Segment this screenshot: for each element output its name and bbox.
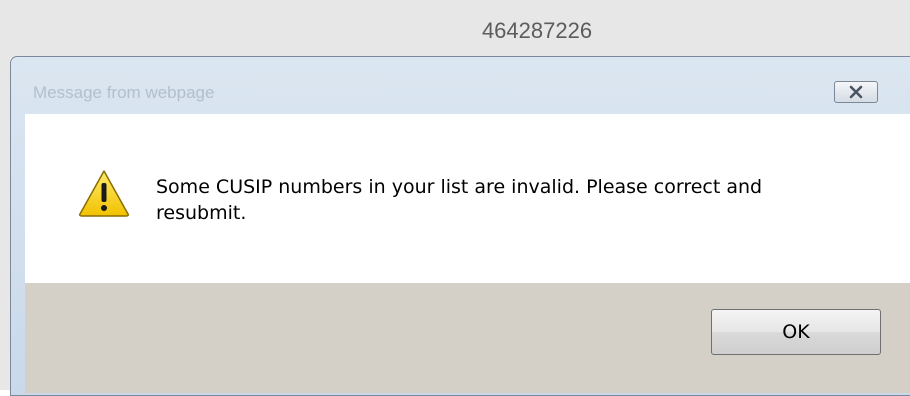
background-page-header: 464287226 xyxy=(0,0,910,58)
dialog-message: Some CUSIP numbers in your list are inva… xyxy=(156,176,763,224)
close-icon xyxy=(849,85,863,99)
warning-icon xyxy=(79,170,129,217)
dialog-footer: OK xyxy=(25,283,910,393)
cusip-value-text: 464287226 xyxy=(481,18,593,43)
message-dialog: Message from webpage Some CUSIP numbers … xyxy=(10,56,910,396)
background-page-edge xyxy=(0,58,10,390)
ok-button[interactable]: OK xyxy=(711,309,881,355)
close-button[interactable] xyxy=(834,81,878,103)
dialog-title: Message from webpage xyxy=(33,83,215,102)
dialog-content: Some CUSIP numbers in your list are inva… xyxy=(25,114,910,283)
